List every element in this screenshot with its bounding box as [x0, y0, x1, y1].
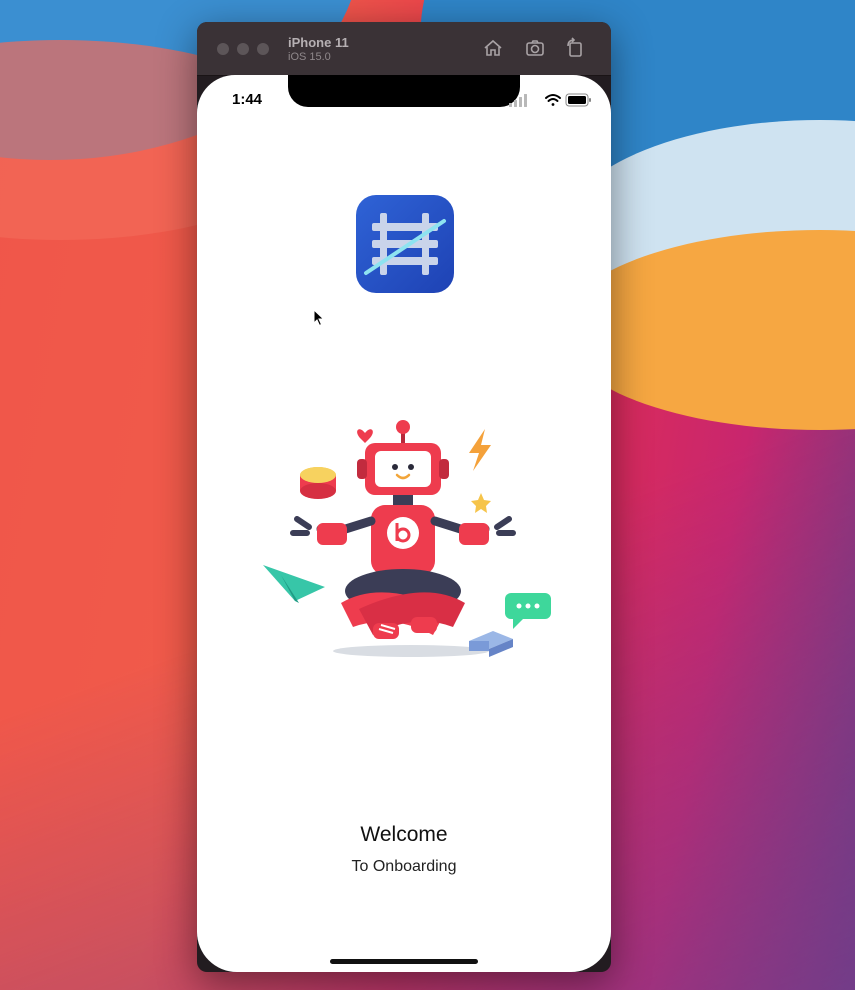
- railway-track-icon: [356, 195, 454, 293]
- device-name: iPhone 11: [288, 35, 349, 50]
- zoom-window-button[interactable]: [257, 43, 269, 55]
- status-icons: [509, 92, 599, 108]
- mouse-cursor-icon: [313, 308, 325, 327]
- robot-illustration: [261, 403, 553, 661]
- simulator-window: iPhone 11 iOS 15.0 1:44 Welcome To Onboa…: [197, 22, 611, 972]
- welcome-subtitle: To Onboarding: [351, 858, 457, 875]
- home-icon[interactable]: [482, 37, 504, 59]
- signal-icon: [509, 94, 527, 107]
- notch: [288, 75, 520, 107]
- status-time: 1:44: [232, 91, 263, 108]
- welcome-title: Welcome: [360, 823, 448, 846]
- wifi-icon: [545, 94, 561, 106]
- minimize-window-button[interactable]: [237, 43, 249, 55]
- close-window-button[interactable]: [217, 43, 229, 55]
- simulator-titlebar: iPhone 11 iOS 15.0: [197, 22, 611, 76]
- rotate-icon[interactable]: [564, 37, 586, 59]
- phone-screen: 1:44 Welcome To Onboarding: [197, 75, 611, 972]
- os-version: iOS 15.0: [288, 51, 331, 63]
- home-indicator[interactable]: [330, 959, 478, 964]
- battery-icon: [565, 93, 591, 107]
- screenshot-icon[interactable]: [524, 37, 546, 59]
